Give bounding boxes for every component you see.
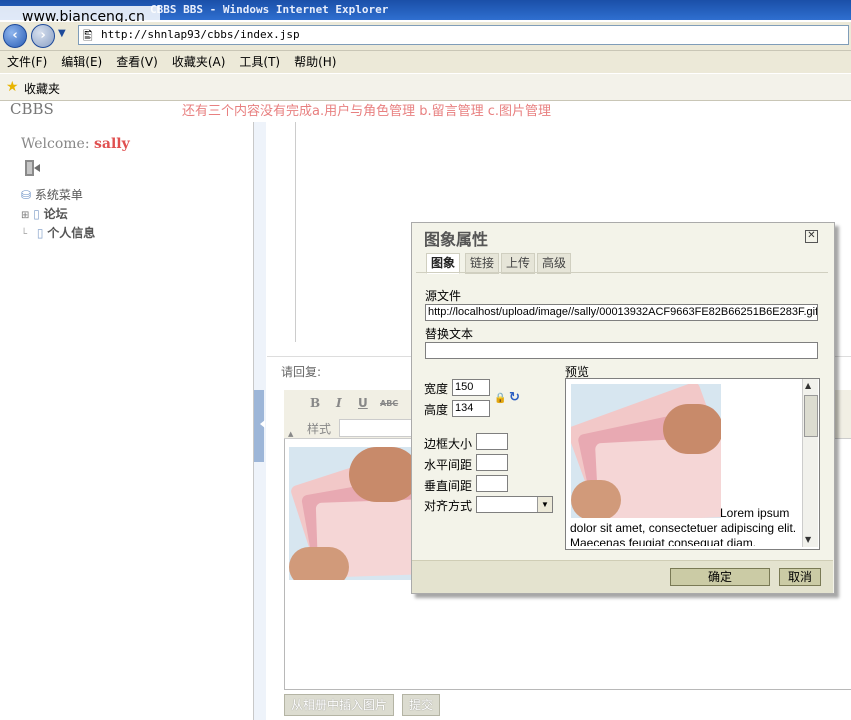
- tab-divider: [416, 272, 828, 273]
- submit-button[interactable]: 提交: [402, 694, 441, 716]
- width-label: 宽度: [424, 382, 449, 396]
- height-field[interactable]: 134: [452, 400, 490, 417]
- address-toolbar: ‹ › ▼ 🖺 http://shnlap93/cbbs/index.jsp: [0, 22, 851, 51]
- welcome-prefix: Welcome:: [21, 136, 95, 152]
- menu-tools[interactable]: 工具(T): [232, 51, 287, 73]
- scroll-thumb[interactable]: [804, 395, 818, 437]
- border-field[interactable]: [476, 433, 508, 450]
- database-icon: ⛁: [21, 188, 32, 202]
- tree-item-profile[interactable]: └ ▯ 个人信息: [21, 224, 95, 241]
- preview-lorem: Lorem ipsum dolor sit amet, consectetuer…: [570, 506, 797, 546]
- history-dropdown-icon[interactable]: ▼: [58, 28, 66, 39]
- tab-image[interactable]: 图象: [426, 253, 461, 274]
- hspace-label: 水平间距: [424, 458, 473, 472]
- reply-label: 请回复:: [281, 365, 322, 379]
- ok-button[interactable]: 确定: [670, 568, 770, 586]
- menu-help[interactable]: 帮助(H): [287, 51, 343, 73]
- tab-advanced[interactable]: 高级: [537, 253, 572, 274]
- tree-item-forum[interactable]: ⊞ ▯ 论坛: [21, 205, 68, 222]
- alt-text-label: 替换文本: [425, 327, 474, 341]
- favorites-bar: ★ 收藏夹: [0, 74, 851, 101]
- insert-from-album-button[interactable]: 从相册中插入图片: [284, 694, 395, 716]
- menu-bar: 文件(F) 编辑(E) 查看(V) 收藏夹(A) 工具(T) 帮助(H): [0, 51, 851, 74]
- tree-connector: └: [21, 229, 28, 240]
- vspace-field[interactable]: [476, 475, 508, 492]
- scroll-down-icon[interactable]: ▼: [805, 535, 811, 544]
- site-logo: CBBS: [10, 100, 54, 118]
- preview-text: Lorem ipsum dolor sit amet, consectetuer…: [570, 506, 800, 546]
- document-icon: ▯: [33, 207, 40, 221]
- username: sally: [94, 136, 130, 152]
- style-select[interactable]: [339, 419, 421, 437]
- style-label: 样式: [307, 422, 332, 436]
- window-title: CBBS BBS - Windows Internet Explorer: [150, 3, 389, 16]
- back-button[interactable]: ‹: [3, 24, 27, 48]
- menu-favorites[interactable]: 收藏夹(A): [165, 51, 233, 73]
- border-label: 边框大小: [424, 437, 473, 451]
- reset-size-icon[interactable]: ↻: [509, 390, 520, 405]
- favorites-button[interactable]: 收藏夹: [24, 80, 60, 97]
- scroll-up-icon[interactable]: ▲: [805, 381, 811, 390]
- preview-image: [571, 384, 721, 518]
- tab-link[interactable]: 链接: [465, 253, 500, 274]
- chevron-down-icon[interactable]: ▼: [537, 497, 552, 512]
- welcome-text: Welcome: sally: [21, 136, 130, 152]
- cancel-button[interactable]: 取消: [779, 568, 821, 586]
- collapse-handle[interactable]: [254, 390, 265, 462]
- logout-icon[interactable]: [22, 158, 40, 176]
- page-icon: 🖺: [83, 29, 93, 43]
- collapse-toolbar-icon[interactable]: ▲: [288, 430, 293, 438]
- align-label: 对齐方式: [424, 499, 473, 513]
- tree-item-label: 个人信息: [47, 226, 96, 240]
- preview-scrollbar[interactable]: ▲ ▼: [802, 379, 818, 547]
- menu-view[interactable]: 查看(V): [109, 51, 165, 73]
- close-icon[interactable]: ✕: [805, 230, 818, 243]
- inserted-image[interactable]: [289, 447, 411, 580]
- lock-ratio-icon[interactable]: 🔒: [494, 393, 506, 404]
- tree-root: ⛁ 系统菜单: [21, 186, 83, 203]
- tree-root-label: 系统菜单: [34, 188, 83, 202]
- bold-button[interactable]: B: [310, 396, 320, 410]
- star-icon: ★: [6, 79, 19, 95]
- alt-text-field[interactable]: [425, 342, 818, 359]
- forward-button[interactable]: ›: [31, 24, 55, 48]
- tree-item-label: 论坛: [43, 207, 68, 221]
- dialog-title: 图象属性: [424, 230, 489, 249]
- strikethrough-button[interactable]: ABC: [380, 399, 398, 408]
- width-field[interactable]: 150: [452, 379, 490, 396]
- document-icon: ▯: [36, 226, 44, 240]
- tab-upload[interactable]: 上传: [501, 253, 536, 274]
- url-text: http://shnlap93/cbbs/index.jsp: [101, 28, 300, 41]
- source-url-field[interactable]: http://localhost/upload/image//sally/000…: [425, 304, 818, 321]
- italic-button[interactable]: I: [336, 396, 342, 410]
- height-label: 高度: [424, 403, 449, 417]
- vspace-label: 垂直间距: [424, 479, 473, 493]
- address-input[interactable]: 🖺 http://shnlap93/cbbs/index.jsp: [78, 25, 849, 45]
- notice-text: 还有三个内容没有完成a.用户与角色管理 b.留言管理 c.图片管理: [182, 104, 552, 119]
- menu-file[interactable]: 文件(F): [0, 51, 54, 73]
- source-label: 源文件: [425, 289, 462, 303]
- menu-edit[interactable]: 编辑(E): [54, 51, 109, 73]
- underline-button[interactable]: U: [358, 396, 368, 410]
- hspace-field[interactable]: [476, 454, 508, 471]
- expand-icon[interactable]: ⊞: [21, 210, 29, 221]
- align-select[interactable]: ▼: [476, 496, 553, 513]
